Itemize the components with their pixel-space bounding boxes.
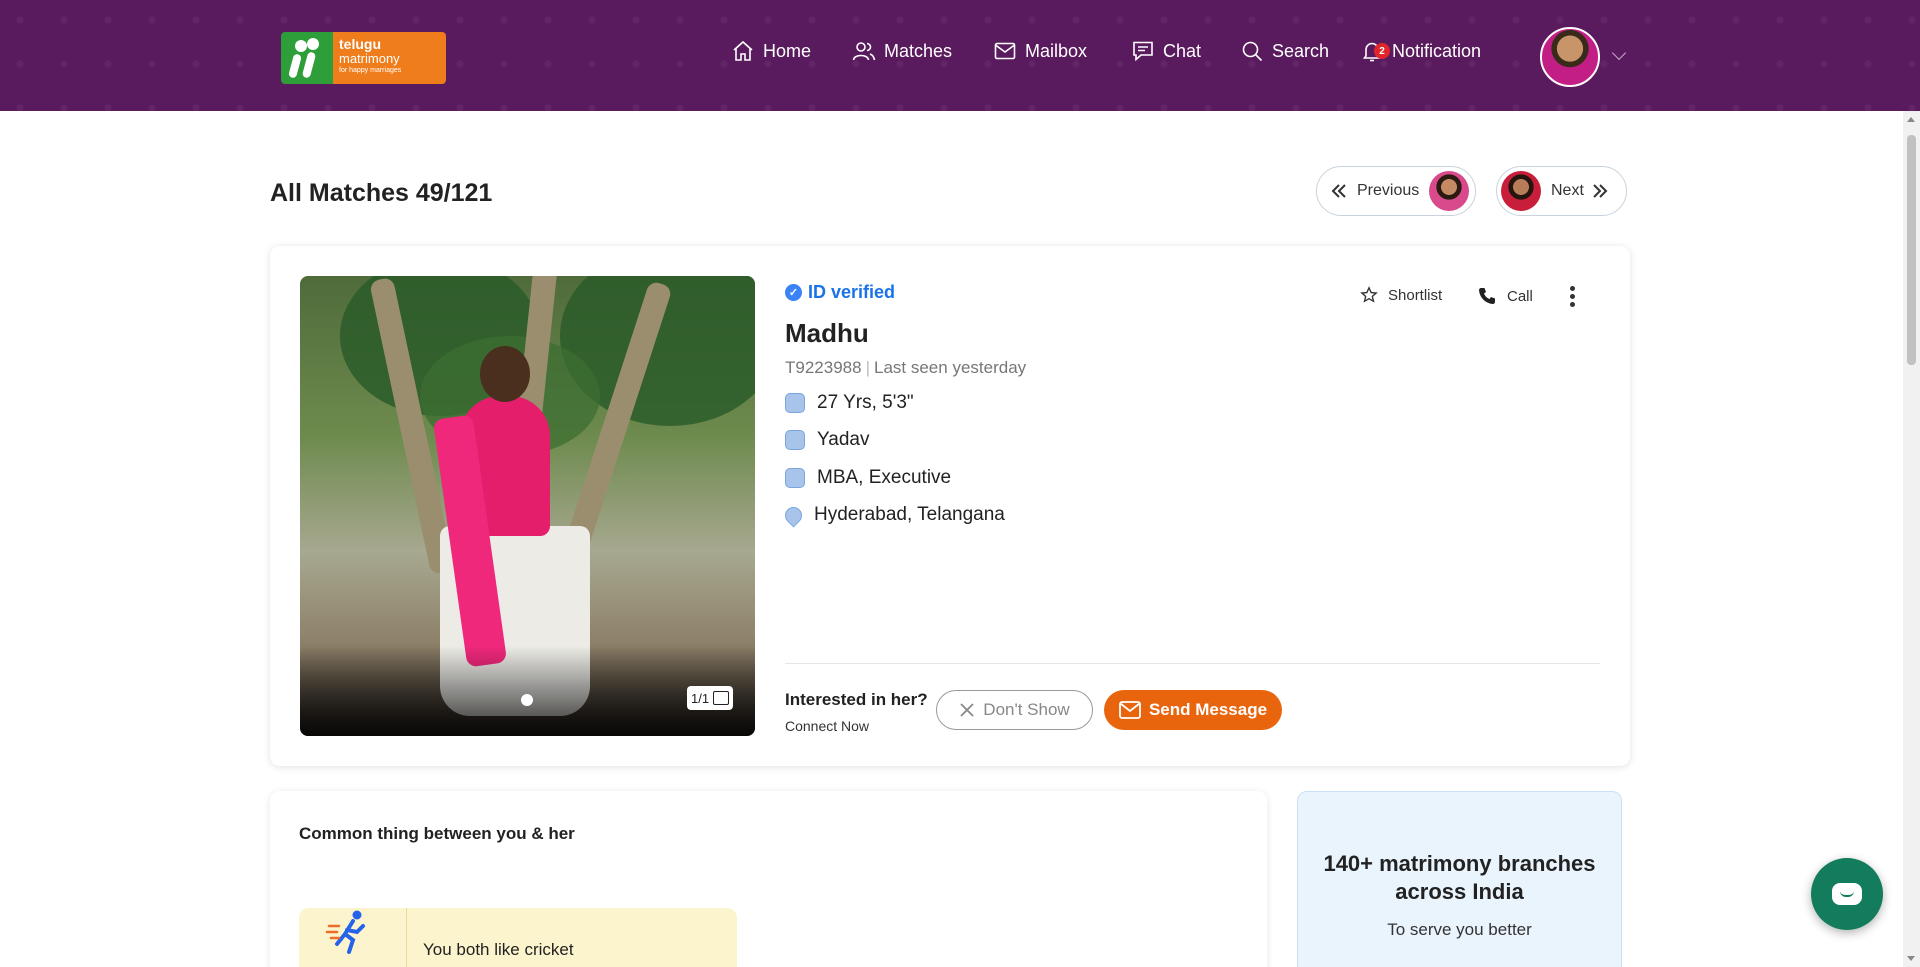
verified-label: ID verified	[808, 282, 896, 302]
logo-text-telugu: telugu	[339, 36, 381, 52]
scroll-down-icon[interactable]	[1907, 956, 1915, 961]
call-button[interactable]: Call	[1477, 286, 1533, 306]
profile-photo[interactable]: 1/1	[300, 276, 755, 736]
carousel-dot[interactable]	[521, 694, 533, 706]
next-label: Next	[1551, 182, 1584, 199]
telugu-matrimony-logo[interactable]: telugu matrimony for happy marriages	[281, 32, 446, 84]
page-scrollbar[interactable]	[1903, 111, 1920, 967]
users-icon	[852, 42, 876, 61]
double-chevron-left-icon	[1331, 184, 1346, 198]
nav-chat[interactable]: Chat	[1131, 36, 1201, 66]
branches-subtitle: To serve you better	[1387, 920, 1532, 939]
attribute-text: 27 Yrs, 5'3"	[817, 392, 914, 413]
chat-bubble-icon	[1832, 883, 1862, 905]
profile-card: 1/1 ✓ ID verified Madhu T9223988 | Last se…	[270, 246, 1630, 766]
running-person-icon	[325, 910, 365, 954]
more-options-icon[interactable]	[1570, 286, 1576, 310]
branches-promo-card: 140+ matrimony branches across India To …	[1297, 791, 1622, 967]
send-message-button[interactable]: Send Message	[1104, 690, 1282, 730]
dont-show-label: Don't Show	[983, 700, 1070, 719]
caste-icon	[785, 430, 805, 450]
scrollbar-thumb[interactable]	[1907, 135, 1916, 365]
dont-show-button[interactable]: Don't Show	[936, 690, 1093, 730]
phone-icon	[1479, 288, 1495, 304]
logo-mark-icon	[281, 32, 333, 84]
nav-notification[interactable]: 2 Notification	[1360, 36, 1481, 66]
age-height-icon	[785, 393, 805, 413]
divider	[785, 663, 1600, 664]
nav-matches-label: Matches	[884, 40, 953, 61]
double-chevron-right-icon	[1593, 184, 1608, 198]
star-icon	[1360, 286, 1378, 303]
nav-mailbox[interactable]: Mailbox	[993, 36, 1087, 66]
profile-id: T9223988	[785, 358, 862, 377]
profile-meta: T9223988 | Last seen yesterday	[785, 358, 1027, 377]
chat-icon	[1133, 41, 1153, 62]
previous-label: Previous	[1357, 182, 1420, 199]
verified-check-icon: ✓	[785, 284, 802, 301]
common-things-card: Common thing between you & her You both …	[270, 791, 1267, 967]
page-title: All Matches 49/121	[270, 179, 493, 207]
nav-matches[interactable]: Matches	[852, 36, 952, 66]
attribute-text: Hyderabad, Telangana	[814, 504, 1005, 525]
notification-count-badge: 2	[1374, 43, 1390, 59]
profile-name: Madhu	[785, 318, 869, 348]
next-profile-avatar	[1501, 171, 1541, 211]
shortlist-button[interactable]: Shortlist	[1360, 286, 1442, 304]
nav-home-label: Home	[763, 40, 812, 61]
previous-profile-button[interactable]: Previous	[1316, 166, 1476, 216]
attribute-location: Hyderabad, Telangana	[781, 502, 1005, 528]
home-icon	[733, 40, 753, 61]
nav-notification-label: Notification	[1392, 40, 1482, 61]
attribute-text: Yadav	[817, 429, 870, 450]
user-avatar[interactable]	[1540, 27, 1600, 87]
send-message-label: Send Message	[1148, 700, 1268, 719]
common-interest-item: You both like cricket	[299, 908, 737, 967]
previous-profile-avatar	[1429, 171, 1470, 211]
mail-icon	[1119, 701, 1141, 719]
nav-search-label: Search	[1272, 40, 1330, 61]
chat-support-button[interactable]	[1811, 858, 1883, 930]
gallery-icon	[713, 691, 730, 705]
scroll-up-icon[interactable]	[1907, 117, 1915, 122]
nav-home[interactable]: Home	[731, 36, 811, 66]
nav-chat-label: Chat	[1163, 40, 1202, 61]
attribute-caste: Yadav	[785, 429, 869, 451]
common-interest-text: You both like cricket	[423, 940, 574, 959]
chevron-down-icon[interactable]	[1611, 45, 1627, 61]
connect-now-label: Connect Now	[785, 718, 870, 734]
photo-counter-text: 1/1	[691, 690, 710, 706]
attribute-age-height: 27 Yrs, 5'3"	[785, 392, 914, 414]
top-header: telugu matrimony for happy marriages Hom…	[0, 0, 1920, 111]
attribute-text: MBA, Executive	[817, 467, 952, 488]
interest-question: Interested in her?	[785, 690, 928, 709]
logo-tagline: for happy marriages	[339, 67, 402, 75]
location-icon	[781, 502, 806, 528]
last-seen: Last seen yesterday	[874, 358, 1027, 377]
search-icon	[1242, 41, 1263, 62]
id-verified-badge: ✓ ID verified	[785, 282, 895, 303]
mail-icon	[994, 42, 1016, 60]
call-label: Call	[1507, 287, 1533, 305]
nav-mailbox-label: Mailbox	[1025, 40, 1088, 61]
logo-text-matrimony: matrimony	[339, 50, 400, 66]
close-icon	[960, 703, 974, 717]
shortlist-label: Shortlist	[1388, 286, 1443, 304]
attribute-profession: MBA, Executive	[785, 467, 951, 489]
common-things-title: Common thing between you & her	[299, 824, 575, 843]
branches-title: 140+ matrimony branches across India	[1323, 851, 1596, 904]
profession-icon	[785, 468, 805, 488]
photo-counter[interactable]: 1/1	[687, 686, 734, 710]
next-profile-button[interactable]: Next	[1496, 166, 1627, 216]
nav-search[interactable]: Search	[1240, 36, 1329, 66]
